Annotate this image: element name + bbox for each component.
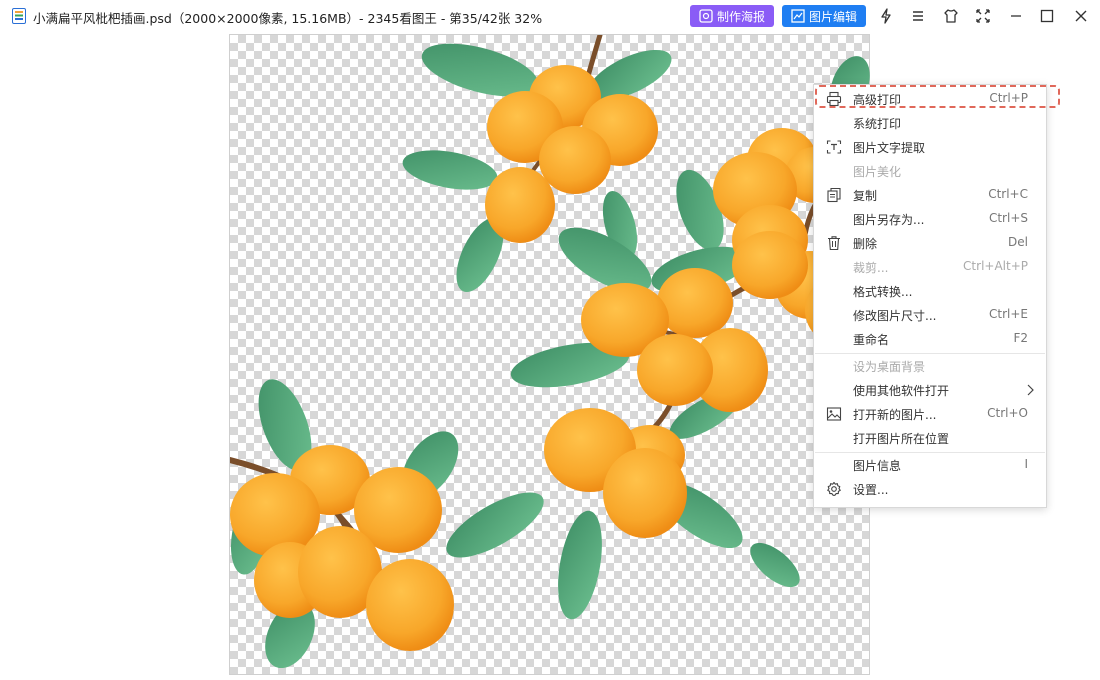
menu-item-shortcut: Ctrl+E [989, 307, 1028, 321]
menu-item-label: 设置... [853, 483, 889, 497]
menu-item-crop[interactable]: 裁剪... Ctrl+Alt+P [814, 256, 1046, 278]
menu-item-label: 裁剪... [853, 261, 889, 275]
app-logo-icon [12, 8, 26, 24]
menu-item-label: 设为桌面背景 [853, 360, 926, 374]
menu-item-label: 删除 [853, 237, 878, 251]
menu-item-text-extract[interactable]: 图片文字提取 [814, 136, 1046, 158]
menu-item-label: 使用其他软件打开 [853, 384, 950, 398]
menu-item-label: 修改图片尺寸... [853, 309, 937, 323]
menu-item-label: 复制 [853, 189, 878, 203]
menu-item-open-with[interactable]: 使用其他软件打开 [814, 379, 1046, 401]
menu-item-label: 打开图片所在位置 [853, 432, 950, 446]
menu-item-delete[interactable]: 删除 Del [814, 232, 1046, 254]
menu-item-open-location[interactable]: 打开图片所在位置 [814, 427, 1046, 449]
image-edit-button[interactable]: 图片编辑 [782, 5, 866, 27]
menu-item-format-convert[interactable]: 格式转换... [814, 280, 1046, 302]
context-menu: 高级打印 Ctrl+P 系统打印 图片文字提取 图片美化 复制 Ctrl+C 图… [813, 84, 1047, 508]
menu-item-save-as[interactable]: 图片另存为... Ctrl+S [814, 208, 1046, 230]
menu-item-shortcut: Ctrl+Alt+P [963, 259, 1028, 273]
menu-item-rename[interactable]: 重命名 F2 [814, 328, 1046, 350]
menu-item-shortcut: I [1024, 457, 1028, 471]
menu-item-label: 系统打印 [853, 117, 902, 131]
trash-icon [828, 236, 840, 251]
menu-item-open-new-image[interactable]: 打开新的图片... Ctrl+O [814, 403, 1046, 425]
minimize-icon[interactable] [1008, 8, 1024, 24]
menu-item-shortcut: F2 [1013, 331, 1028, 345]
make-poster-label: 制作海报 [716, 9, 765, 24]
highlight-box [815, 85, 1060, 108]
menu-separator [815, 452, 1045, 453]
menu-item-label: 图片信息 [853, 459, 902, 473]
image-icon [826, 407, 842, 421]
image-canvas[interactable] [229, 34, 870, 675]
title-bar: 小满扁平风枇杷插画.psd（2000×2000像素, 15.16MB）- 234… [0, 0, 1100, 32]
text-scan-icon [826, 140, 842, 154]
menu-item-label: 图片另存为... [853, 213, 925, 227]
poster-icon [699, 9, 713, 23]
image-edit-icon [791, 9, 805, 23]
menu-item-label: 图片文字提取 [853, 141, 926, 155]
menu-item-beautify[interactable]: 图片美化 [814, 160, 1046, 182]
maximize-icon[interactable] [1039, 8, 1055, 24]
image-edit-label: 图片编辑 [808, 9, 857, 24]
loquat-illustration [230, 35, 870, 669]
menu-icon[interactable] [910, 8, 926, 24]
skin-icon[interactable] [943, 8, 959, 24]
copy-icon [827, 187, 841, 203]
menu-item-resize[interactable]: 修改图片尺寸... Ctrl+E [814, 304, 1046, 326]
gear-icon [827, 481, 841, 496]
window-title: 小满扁平风枇杷插画.psd（2000×2000像素, 15.16MB）- 234… [33, 11, 543, 26]
menu-item-set-wallpaper[interactable]: 设为桌面背景 [814, 355, 1046, 377]
menu-item-shortcut: Ctrl+S [988, 211, 1028, 225]
chevron-right-icon [1027, 384, 1034, 396]
menu-item-image-info[interactable]: 图片信息 I [814, 454, 1046, 476]
make-poster-button[interactable]: 制作海报 [690, 5, 774, 27]
menu-item-copy[interactable]: 复制 Ctrl+C [814, 184, 1046, 206]
menu-item-shortcut: Ctrl+O [987, 406, 1028, 420]
menu-separator [815, 353, 1045, 354]
close-icon[interactable] [1073, 8, 1089, 24]
fullscreen-icon[interactable] [975, 8, 991, 24]
menu-item-system-print[interactable]: 系统打印 [814, 112, 1046, 134]
menu-item-label: 重命名 [853, 333, 890, 347]
menu-item-settings[interactable]: 设置... [814, 478, 1046, 500]
menu-item-shortcut: Del [1008, 235, 1028, 249]
menu-item-shortcut: Ctrl+C [988, 187, 1028, 201]
menu-item-label: 格式转换... [853, 285, 913, 299]
menu-item-label: 图片美化 [853, 165, 902, 179]
lightning-icon[interactable] [878, 8, 894, 24]
menu-item-label: 打开新的图片... [853, 408, 937, 422]
